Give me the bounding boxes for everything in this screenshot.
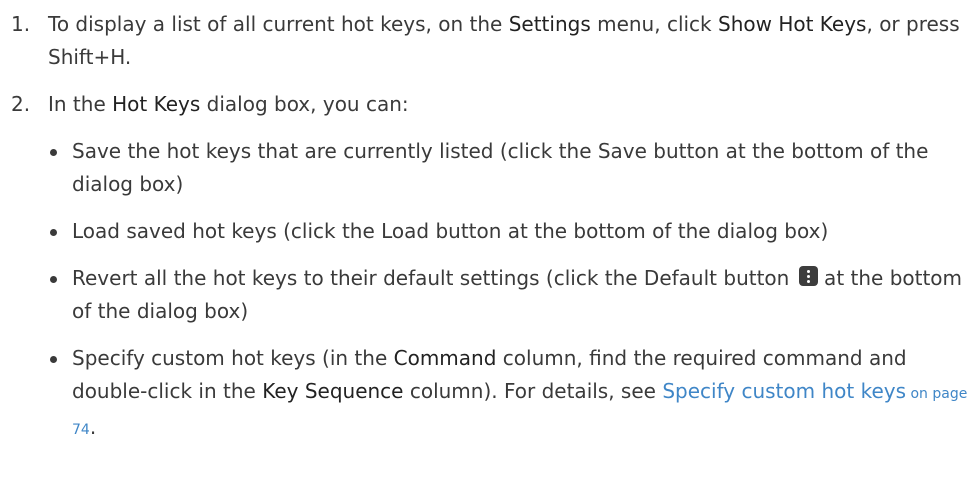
list-item-custom: Specify custom hot keys (in the Command … xyxy=(48,342,969,447)
specify-custom-hot-keys-link[interactable]: Specify custom hot keys xyxy=(662,379,906,403)
list-item-text: Save the hot keys that are currently lis… xyxy=(72,139,929,196)
step-text: dialog box, you can: xyxy=(200,92,409,116)
list-item-text: Load saved hot keys (click the Load butt… xyxy=(72,219,829,243)
step-2: 2. In the Hot Keys dialog box, you can: … xyxy=(0,88,979,447)
document: 1. To display a list of all current hot … xyxy=(0,0,979,447)
key-sequence-column-ref: Key Sequence xyxy=(262,379,404,403)
list-item-revert: Revert all the hot keys to their default… xyxy=(48,262,969,328)
step-number: 1. xyxy=(11,12,31,36)
step-number: 2. xyxy=(11,92,31,116)
list-item-text: . xyxy=(89,415,97,439)
list-item-text: Revert all the hot keys to their default… xyxy=(72,266,796,290)
show-hot-keys-ref: Show Hot Keys xyxy=(718,12,867,36)
list-item-save: Save the hot keys that are currently lis… xyxy=(48,135,969,201)
list-item-text: column). For details, see xyxy=(403,379,663,403)
step-text: In the xyxy=(48,92,113,116)
hot-keys-dialog-ref: Hot Keys xyxy=(112,92,201,116)
options-list: Save the hot keys that are currently lis… xyxy=(48,135,969,447)
more-vertical-icon xyxy=(798,266,818,286)
command-column-ref: Command xyxy=(393,346,497,370)
list-item-load: Load saved hot keys (click the Load butt… xyxy=(48,215,969,248)
settings-menu-ref: Settings xyxy=(508,12,591,36)
step-1: 1. To display a list of all current hot … xyxy=(0,8,979,74)
step-text: To display a list of all current hot key… xyxy=(48,12,509,36)
step-text: menu, click xyxy=(590,12,718,36)
list-item-text: Specify custom hot keys (in the xyxy=(72,346,394,370)
